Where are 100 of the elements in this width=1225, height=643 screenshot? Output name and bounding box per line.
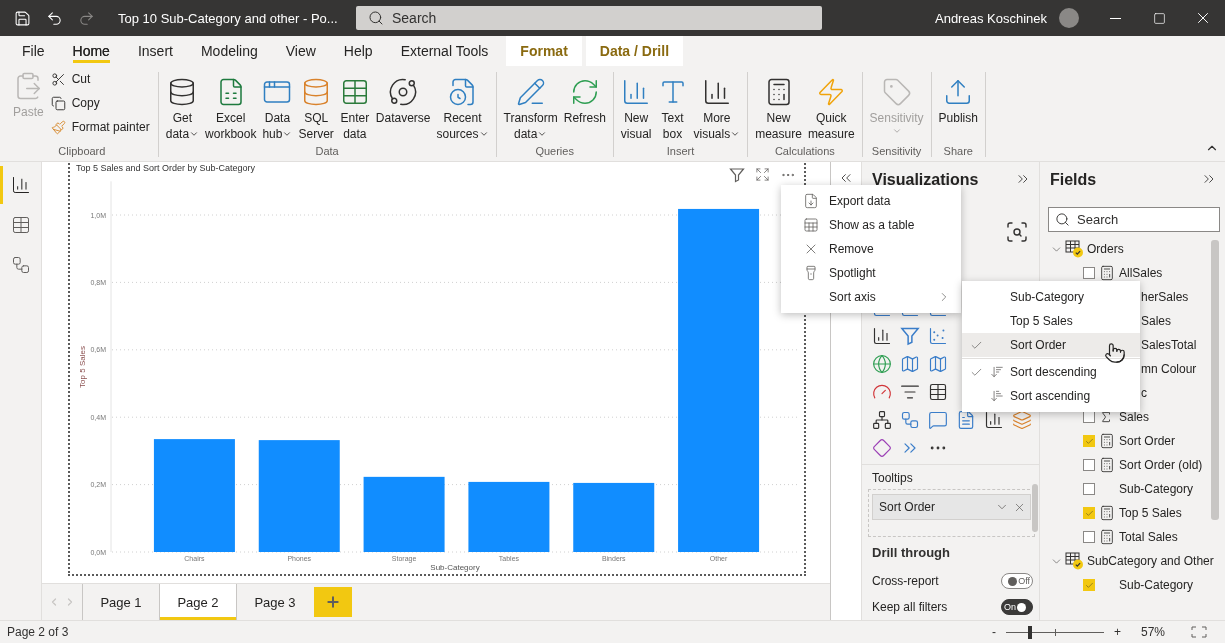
ribbon-button[interactable]: New measure <box>752 72 805 142</box>
ribbon-tab[interactable]: External Tools <box>386 36 503 66</box>
diamond-icon[interactable] <box>872 438 892 458</box>
map-icon[interactable] <box>928 354 948 374</box>
sort-descending-icon <box>990 365 1004 379</box>
field-well-item[interactable]: Sort Order <box>872 494 1031 520</box>
menu-item[interactable]: Sub-Category <box>962 285 1140 309</box>
ribbon-button[interactable]: Data hub <box>259 72 296 142</box>
scatter-chart-icon[interactable] <box>928 326 948 346</box>
ribbon-button[interactable]: Transform data <box>500 72 561 142</box>
checkbox[interactable] <box>1083 459 1095 471</box>
menu-item[interactable]: Sort Order <box>962 333 1140 357</box>
minimize-icon <box>1109 17 1121 19</box>
bar[interactable] <box>573 482 655 552</box>
ribbon-button[interactable]: Copy <box>46 92 154 114</box>
search-field[interactable]: Search <box>1048 207 1220 232</box>
search-field[interactable]: Search <box>356 6 822 30</box>
ribbon-button[interactable]: Recent sources <box>433 72 492 142</box>
focus-mode-button[interactable] <box>755 167 770 183</box>
document-icon[interactable] <box>956 410 976 430</box>
layers-icon[interactable] <box>1012 410 1032 430</box>
ribbon-button[interactable]: More visuals <box>690 72 744 142</box>
menu-item[interactable]: Top 5 Sales <box>962 309 1140 333</box>
add-page-button[interactable] <box>314 587 352 617</box>
field-name[interactable]: Top 5 Sales <box>1119 506 1182 520</box>
funnel-icon[interactable] <box>900 326 920 346</box>
map-icon[interactable] <box>900 354 920 374</box>
field-name[interactable]: Total Sales <box>1119 530 1178 544</box>
calculator-icon <box>1099 265 1115 281</box>
menu-item[interactable]: Sort ascending <box>962 384 1140 408</box>
ribbon-tab[interactable]: Format <box>506 36 582 66</box>
fit-to-page-button[interactable] <box>1191 626 1207 638</box>
ribbon-button[interactable]: New visual <box>617 72 655 142</box>
ribbon-button[interactable]: Cut <box>46 68 154 90</box>
bar[interactable] <box>468 481 550 552</box>
bar[interactable] <box>363 476 445 552</box>
maximize-icon <box>1152 11 1166 25</box>
section-title: Drill through <box>871 544 951 562</box>
table-name[interactable]: Orders <box>1087 242 1124 256</box>
group-label: Clipboard <box>57 145 107 157</box>
fit-page-icon <box>1191 626 1207 638</box>
scrollbar[interactable] <box>1032 484 1038 532</box>
ribbon-button[interactable]: Text box <box>654 72 691 142</box>
calculator-icon <box>1099 529 1115 545</box>
search-icon <box>1055 212 1070 227</box>
checkbox[interactable] <box>1083 435 1095 447</box>
toggle-switch[interactable]: On <box>1001 599 1033 615</box>
ribbon-button[interactable]: Refresh <box>560 72 609 126</box>
globe-icon[interactable] <box>872 354 892 374</box>
chart-title: Top 5 Sales and Sort Order by Sub-Category <box>76 163 256 173</box>
page-tab[interactable]: Page 2 <box>159 584 236 620</box>
ribbon-tab[interactable]: Modeling <box>186 36 272 66</box>
orbit-icon <box>388 77 419 107</box>
zoom-out-button[interactable]: - <box>991 625 996 639</box>
tree-diagram-icon[interactable] <box>872 410 892 430</box>
avatar[interactable] <box>1059 8 1079 28</box>
field-name: SalesTotal <box>1141 338 1197 352</box>
checkbox[interactable] <box>1083 483 1095 495</box>
analytics-magnifier-icon[interactable] <box>1005 220 1029 244</box>
speech-bubble-icon[interactable] <box>928 410 948 430</box>
slider-thumb[interactable] <box>1028 625 1033 639</box>
ribbon-button[interactable]: Excel workbook <box>202 72 260 142</box>
flow-icon[interactable] <box>900 410 920 430</box>
zoom-in-button[interactable]: + <box>1113 625 1121 639</box>
table-icon[interactable] <box>928 382 948 402</box>
checkbox[interactable] <box>1083 267 1095 279</box>
menu-item[interactable]: Sort descending <box>962 360 1140 384</box>
ribbon-button[interactable]: Dataverse <box>372 72 434 126</box>
column-chart-icon[interactable] <box>872 326 892 346</box>
ribbon-tab[interactable]: Data / Drill <box>585 36 684 66</box>
checkbox[interactable] <box>1083 507 1095 519</box>
table-icon <box>803 217 819 233</box>
ribbon-tab[interactable]: Insert <box>123 36 187 66</box>
field-name[interactable]: Sort Order <box>1119 434 1175 448</box>
toggle-switch[interactable]: Off <box>1001 573 1033 589</box>
scrollbar[interactable] <box>1211 240 1219 520</box>
filter-button[interactable] <box>729 167 745 183</box>
ribbon-button[interactable]: Quick measure <box>804 72 858 142</box>
report-chart-icon <box>10 175 31 195</box>
checkbox[interactable] <box>1083 531 1095 543</box>
column-chart-icon[interactable] <box>984 410 1004 430</box>
file-export-icon <box>803 193 819 209</box>
field-name[interactable]: Sub-Category <box>1119 482 1194 496</box>
ribbon-tab[interactable]: Help <box>329 36 387 66</box>
table-name[interactable]: SubCategory and Other <box>1087 554 1214 568</box>
checkbox[interactable] <box>1083 579 1095 591</box>
table-icon <box>10 215 31 235</box>
field-name[interactable]: Sub-Category <box>1119 578 1194 592</box>
field-name[interactable]: Sales <box>1119 410 1150 424</box>
ribbon-tab[interactable]: File <box>8 36 59 66</box>
ribbon-button[interactable]: Get data <box>162 72 203 142</box>
section-label: Tooltips <box>871 471 914 487</box>
ribbon-button[interactable]: Enter data <box>336 72 373 142</box>
ribbon-button[interactable]: Format painter <box>46 116 154 138</box>
redo-icon <box>77 9 95 27</box>
field-name[interactable]: AllSales <box>1119 266 1163 280</box>
ribbon-button[interactable]: SQL Server <box>295 72 337 142</box>
ribbon-tab[interactable]: View <box>271 36 330 66</box>
field-name[interactable]: Sort Order (old) <box>1119 458 1203 472</box>
ribbon-button[interactable]: Publish <box>935 72 981 126</box>
